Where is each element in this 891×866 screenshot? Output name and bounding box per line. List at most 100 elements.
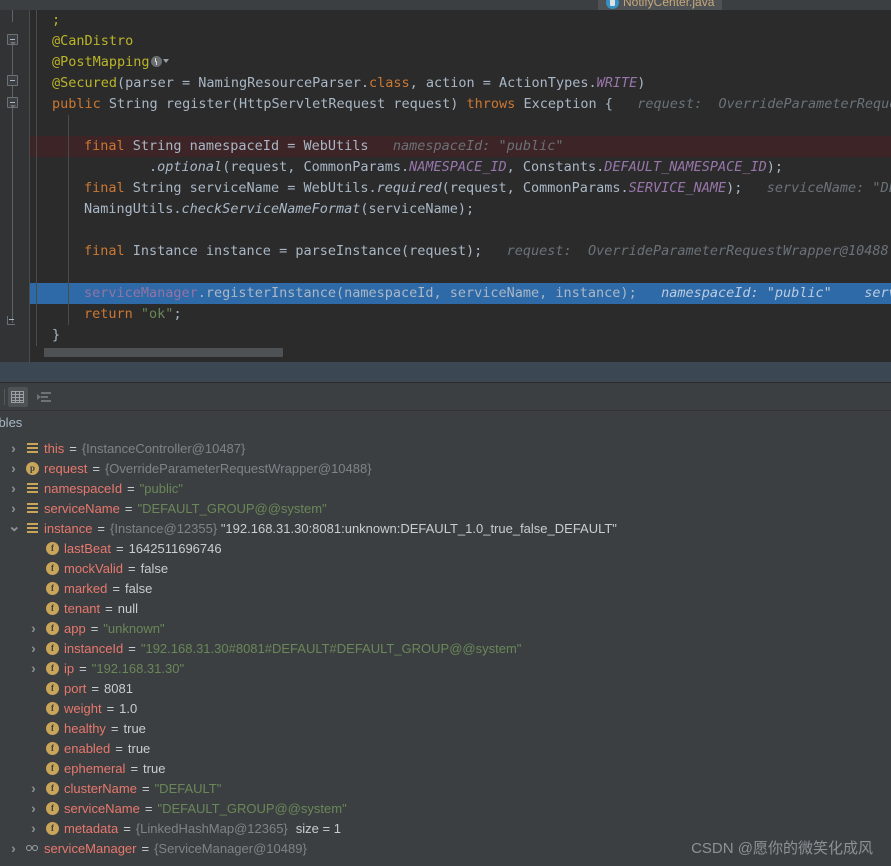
code-line[interactable]: serviceManager.registerInstance(namespac… xyxy=(30,283,891,304)
code-line[interactable] xyxy=(30,262,891,283)
editor-gutter[interactable] xyxy=(0,10,30,362)
code-line[interactable]: @PostMapping xyxy=(30,52,891,73)
code-token: String namespaceId = WebUtils xyxy=(124,138,369,154)
equals-sign: = xyxy=(124,501,133,516)
variable-row[interactable]: namespaceId = "public" xyxy=(0,479,891,499)
code-line[interactable]: @CanDistro xyxy=(30,31,891,52)
variable-value: null xyxy=(117,601,138,616)
code-token: Exception { xyxy=(515,96,613,112)
code-line[interactable]: .optional(request, CommonParams.NAMESPAC… xyxy=(30,157,891,178)
code-token: ; xyxy=(173,306,182,322)
variable-text: namespaceId = "public" xyxy=(44,479,183,499)
chevron-right-icon[interactable] xyxy=(28,783,39,794)
sort-values-button[interactable] xyxy=(34,387,54,407)
variable-row[interactable]: this = {InstanceController@10487} xyxy=(0,439,891,459)
editor-tab-notifycenter[interactable]: NotifyCenter.java xyxy=(598,0,723,10)
code-token: WRITE xyxy=(596,75,638,91)
fold-marker-end[interactable] xyxy=(7,316,15,325)
variable-name: instance xyxy=(44,521,93,536)
variable-row[interactable]: f weight = 1.0 xyxy=(0,699,891,719)
variable-row[interactable]: f tenant = null xyxy=(0,599,891,619)
indent-guide xyxy=(36,178,37,199)
indent-guide xyxy=(36,31,37,52)
variable-row[interactable]: f serviceName = "DEFAULT_GROUP@@system" xyxy=(0,799,891,819)
variable-value: true xyxy=(143,761,166,776)
chevron-right-icon[interactable] xyxy=(8,483,19,494)
chevron-right-icon[interactable] xyxy=(28,823,39,834)
code-token: throws xyxy=(466,96,516,112)
code-editor[interactable]: ; @CanDistro @PostMapping @Secured(parser =… xyxy=(0,10,891,362)
code-line[interactable]: public String register(HttpServletReques… xyxy=(30,94,891,115)
parameter-icon: p xyxy=(26,462,39,475)
indent-guide xyxy=(68,115,69,136)
code-line[interactable] xyxy=(30,115,891,136)
variable-row[interactable]: f clusterName = "DEFAULT" xyxy=(0,779,891,799)
variable-row[interactable]: fapp = "unknown" xyxy=(0,619,891,639)
equals-sign: = xyxy=(128,641,136,656)
variable-row[interactable]: f ephemeral = true xyxy=(0,759,891,779)
code-token: ); xyxy=(766,159,784,175)
code-line[interactable]: } xyxy=(30,325,891,346)
variable-value: "unknown" xyxy=(103,621,165,636)
variable-row[interactable]: f lastBeat = 1642511696746 xyxy=(0,539,891,559)
variable-text: ephemeral = true xyxy=(64,759,165,779)
editor-horizontal-scrollbar[interactable] xyxy=(30,348,891,357)
code-line[interactable]: @Secured(parser = NamingResourceParser.c… xyxy=(30,73,891,94)
scrollbar-thumb[interactable] xyxy=(44,348,283,357)
chevron-right-icon[interactable] xyxy=(28,643,39,654)
chevron-right-icon[interactable] xyxy=(8,843,19,854)
variable-size: size = 1 xyxy=(295,821,341,836)
fold-marker[interactable] xyxy=(7,34,18,45)
code-line[interactable]: final String serviceName = WebUtils.requ… xyxy=(30,178,891,199)
variable-row[interactable]: f mockValid = false xyxy=(0,559,891,579)
code-line-text: @PostMapping xyxy=(52,54,169,70)
fold-marker[interactable] xyxy=(7,97,18,108)
variables-tree[interactable]: this = {InstanceController@10487} p request =… xyxy=(0,439,891,866)
code-token: String xyxy=(100,96,166,112)
chevron-down-icon[interactable] xyxy=(8,523,19,534)
code-line[interactable]: final Instance instance = parseInstance(… xyxy=(30,241,891,262)
gutter-mapping-icon[interactable] xyxy=(150,55,162,67)
code-token: return xyxy=(84,306,133,322)
variable-row[interactable]: instance = {Instance@12355} "192.168.31.30… xyxy=(0,519,891,539)
equals-sign: = xyxy=(127,481,135,496)
variables-tab[interactable]: riables xyxy=(0,411,891,435)
variable-text: enabled = true xyxy=(64,739,150,759)
fold-marker[interactable] xyxy=(7,75,18,86)
code-line[interactable] xyxy=(30,220,891,241)
variable-value: true xyxy=(127,741,151,756)
variable-row[interactable]: f enabled = true xyxy=(0,739,891,759)
field-icon: f xyxy=(46,822,59,835)
variable-row[interactable]: f healthy = true xyxy=(0,719,891,739)
code-line[interactable]: final String namespaceId = WebUtils name… xyxy=(30,136,891,157)
code-line[interactable]: ; xyxy=(30,10,891,31)
variable-row[interactable]: f marked = false xyxy=(0,579,891,599)
variable-row[interactable]: f port = 8081 xyxy=(0,679,891,699)
variable-text: app = "unknown" xyxy=(64,619,165,639)
code-line[interactable]: return "ok"; xyxy=(30,304,891,325)
code-token: namespaceId: "public" servic xyxy=(636,285,891,301)
chevron-right-icon[interactable] xyxy=(28,803,39,814)
code-token: String serviceName = WebUtils. xyxy=(124,180,377,196)
code-line[interactable]: NamingUtils.checkServiceNameFormat(servi… xyxy=(30,199,891,220)
code-line-text: serviceManager.registerInstance(namespac… xyxy=(52,285,891,301)
variable-row[interactable]: f instanceId = "192.168.31.30#8081#DEFAULT#… xyxy=(0,639,891,659)
code-token: .registerInstance(namespaceId, serviceNa… xyxy=(197,285,637,301)
variable-value: true xyxy=(123,721,146,736)
variable-name: namespaceId xyxy=(44,481,123,496)
variable-row[interactable]: p request = {OverrideParameterRequestWrappe… xyxy=(0,459,891,479)
chevron-right-icon[interactable] xyxy=(28,623,39,634)
chevron-right-icon[interactable] xyxy=(8,443,19,454)
chevron-right-icon[interactable] xyxy=(8,503,19,514)
variable-row[interactable]: fip = "192.168.31.30" xyxy=(0,659,891,679)
panel-divider[interactable] xyxy=(0,362,891,383)
chevron-right-icon[interactable] xyxy=(28,663,39,674)
show-types-button[interactable] xyxy=(8,387,28,407)
indent-guide xyxy=(36,199,37,220)
chevron-down-icon[interactable] xyxy=(162,59,169,63)
field-icon: f xyxy=(46,722,59,735)
field-icon: f xyxy=(46,782,59,795)
chevron-right-icon[interactable] xyxy=(8,463,19,474)
variable-row[interactable]: serviceName = "DEFAULT_GROUP@@system" xyxy=(0,499,891,519)
variable-row[interactable]: f metadata = {LinkedHashMap@12365} size = 1 xyxy=(0,819,891,839)
